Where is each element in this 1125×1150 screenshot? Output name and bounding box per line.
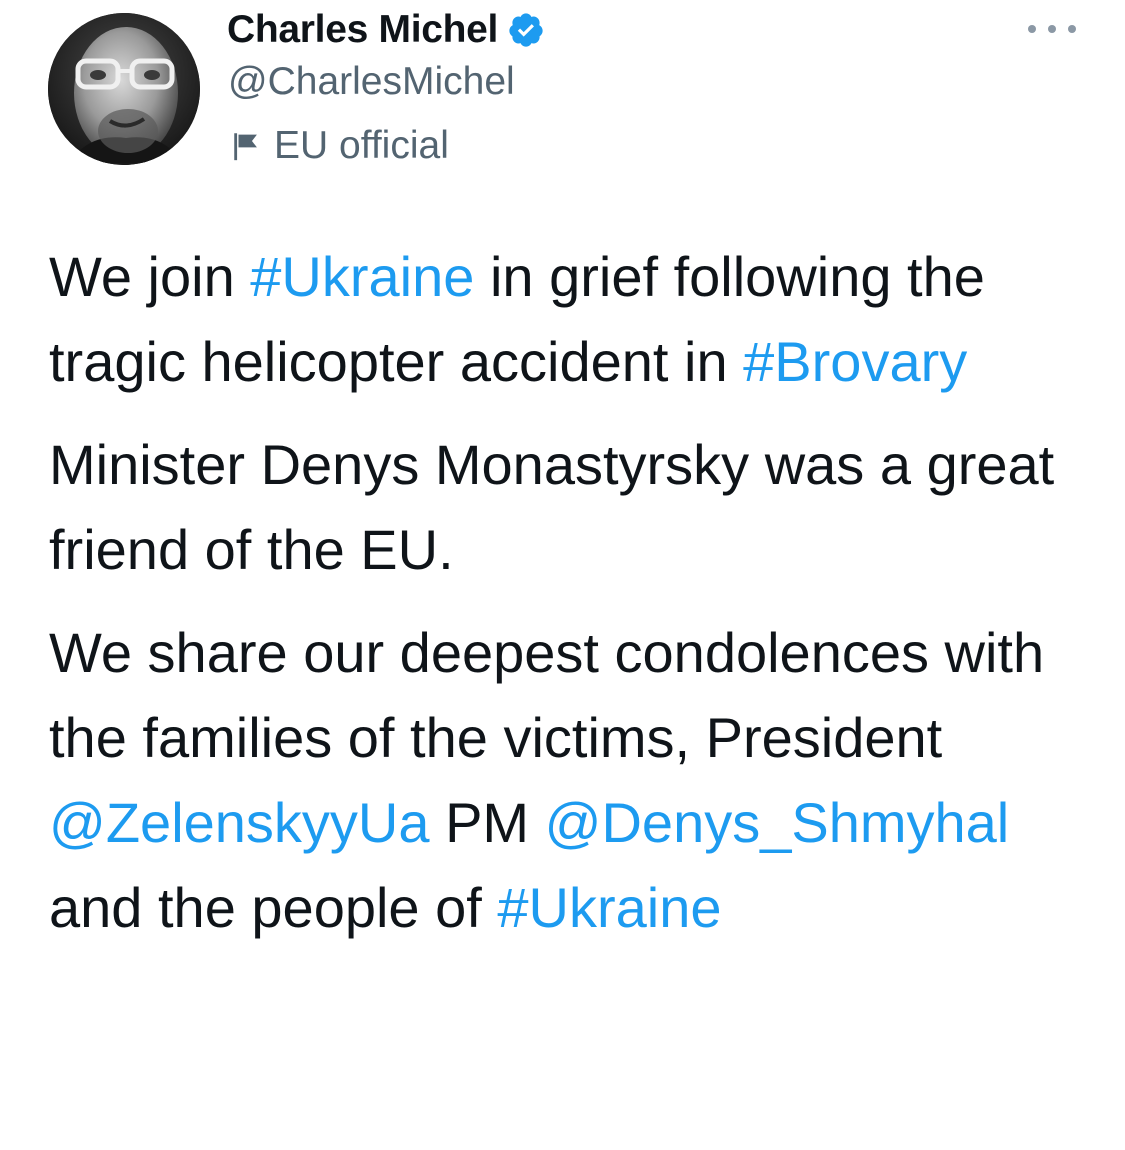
hashtag-ukraine[interactable]: #Ukraine bbox=[497, 876, 721, 939]
text-run: We share our deepest condolences with th… bbox=[49, 621, 1045, 769]
text-run: Minister Denys Monastyrsky was a great f… bbox=[49, 433, 1055, 581]
affiliation-label: EU official bbox=[230, 122, 449, 170]
tweet: Charles Michel @CharlesMichel EU officia… bbox=[0, 0, 1125, 1150]
tweet-paragraph-3: We share our deepest condolences with th… bbox=[49, 610, 1099, 950]
mention-denys-shmyhal[interactable]: @Denys_Shmyhal bbox=[545, 791, 1010, 854]
affiliation-label-text: EU official bbox=[274, 124, 449, 167]
hashtag-ukraine[interactable]: #Ukraine bbox=[250, 245, 474, 308]
profile-photo bbox=[48, 13, 200, 165]
flag-icon bbox=[230, 129, 264, 163]
tweet-text: We join #Ukraine in grief following the … bbox=[49, 234, 1099, 968]
author-name-row: Charles Michel bbox=[227, 6, 545, 54]
tweet-paragraph-1: We join #Ukraine in grief following the … bbox=[49, 234, 1099, 404]
text-run: PM bbox=[429, 791, 545, 854]
more-dot bbox=[1048, 25, 1056, 33]
more-dot bbox=[1068, 25, 1076, 33]
more-options-icon[interactable] bbox=[1028, 18, 1076, 40]
author-handle[interactable]: @CharlesMichel bbox=[228, 60, 515, 104]
tweet-paragraph-2: Minister Denys Monastyrsky was a great f… bbox=[49, 422, 1099, 592]
more-dot bbox=[1028, 25, 1036, 33]
text-run: We join bbox=[49, 245, 251, 308]
avatar[interactable] bbox=[48, 13, 200, 165]
verified-badge-icon bbox=[507, 11, 545, 49]
mention-zelenskyyua[interactable]: @ZelenskyyUa bbox=[49, 791, 430, 854]
hashtag-brovary[interactable]: #Brovary bbox=[743, 330, 967, 393]
author-display-name[interactable]: Charles Michel bbox=[227, 8, 498, 52]
text-run: and the people of bbox=[49, 876, 498, 939]
